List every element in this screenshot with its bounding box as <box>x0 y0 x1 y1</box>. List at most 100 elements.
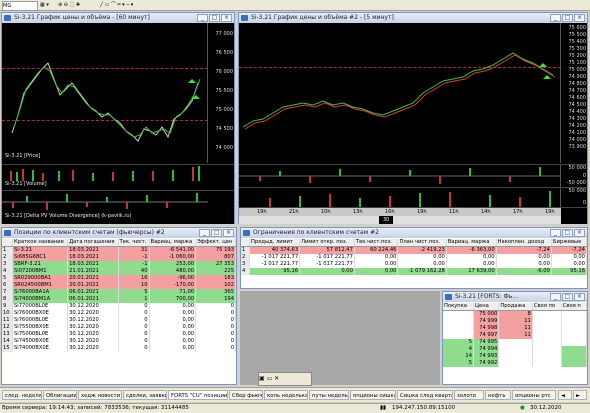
table-row[interactable]: 14 74 993 <box>443 353 588 360</box>
column-header[interactable]: Вариац. маржа <box>149 239 197 247</box>
table-row[interactable]: 74 998 11 <box>443 325 588 332</box>
table-row[interactable]: 5 74 992 <box>443 360 588 367</box>
table-row[interactable]: 4 Si07200BM1 21.01.2021 40 480,00 225 <box>2 268 236 275</box>
tab-gold[interactable]: золото <box>454 390 484 400</box>
column-header[interactable]: Своя по <box>532 303 562 311</box>
table-cell: 16 <box>118 275 150 282</box>
column-header[interactable]: Продажа <box>498 303 533 311</box>
tab-options-rts[interactable]: опционы ртс <box>512 390 556 400</box>
table-cell: 0,00 <box>446 261 497 268</box>
price-pane[interactable]: 77 000 76 500 76 000 75 500 75 000 74 50… <box>2 23 234 163</box>
table-row[interactable]: 2 Si685G6BC1 18.03.2021 -1 -1 060,00 807 <box>2 254 236 261</box>
table-row[interactable]: 14 Si74500BX0E 30.12.2020 0 0,00 0 <box>2 338 236 345</box>
table-cell <box>561 360 588 367</box>
table-row[interactable]: 10 Si76000BX0E 30.12.2020 0 0,00 0 <box>2 310 236 317</box>
tab-hedge-news[interactable]: хедж новости <box>78 390 122 400</box>
column-header[interactable]: Покупка <box>443 303 474 311</box>
tabs-scroll-right[interactable]: ► <box>573 390 587 400</box>
close-button[interactable]: × <box>574 293 585 301</box>
table-row[interactable]: 1 Si-3.21 18.03.2021 31 -6 541,00 75 193 <box>2 246 236 254</box>
table-row[interactable]: 1 40 374,63 57 812,47 60 224,46 -2 419,23 -6 … <box>241 246 588 254</box>
zoom-icon[interactable]: ⊕ ⊖ ⬚ ✚ <box>58 1 80 9</box>
tab-calls-week[interactable]: коль неделька <box>264 390 308 400</box>
chart-60min-titlebar[interactable]: Si-3.21 График цены и объёма - [60 минут… <box>2 13 234 23</box>
tab-puts-week[interactable]: путы неделька <box>309 390 349 400</box>
table-cell: 807 <box>195 254 236 261</box>
close-button[interactable]: × <box>574 229 585 237</box>
table-row[interactable]: 11 Si76000BL0E 30.12.2020 0 0,00 0 <box>2 317 236 324</box>
minimize-button[interactable]: _ <box>550 293 561 301</box>
minimize-button[interactable]: _ <box>197 14 208 22</box>
maximize-button[interactable]: □ <box>209 14 220 22</box>
maximize-button[interactable]: □ <box>562 293 573 301</box>
table-cell: 0,00 <box>299 268 355 275</box>
table-row[interactable]: 9 Si77000BL0E 30.12.2020 0 0,00 0 <box>2 303 236 310</box>
close-button[interactable]: × <box>574 14 585 22</box>
tab-options-si[interactable]: опционы сишка <box>350 390 396 400</box>
tabs-scroll-left[interactable]: ◄ <box>558 390 572 400</box>
tab-forts-cu-positions[interactable]: FORTS "CU" позиции <box>168 390 228 400</box>
table-row[interactable]: 2 -1 017 221,77 -1 017 221,77 0,00 0,00 0,00 0… <box>241 254 588 261</box>
column-header[interactable]: Эффект. цен <box>195 239 236 247</box>
horizontal-scrollbar[interactable]: 30 <box>239 216 561 224</box>
table-cell: 0,00 <box>397 254 447 261</box>
volume2-pane-5min: 50 000 0 <box>239 187 587 208</box>
minimize-button[interactable]: _ <box>550 14 561 22</box>
table-row[interactable]: 74 997 11 <box>443 332 588 339</box>
maximize-button[interactable]: □ <box>562 14 573 22</box>
chart-type-icon[interactable]: ▦ ▾ <box>40 1 49 9</box>
table-row[interactable]: 7 Si76000BA1A 06.01.2021 5 71,00 365 <box>2 289 236 296</box>
price-pane-5min[interactable]: 75 600 75 500 75 400 75 300 75 200 75 10… <box>239 23 587 163</box>
table-row[interactable]: 74 999 11 <box>443 318 588 325</box>
column-header[interactable]: План чист.поз. <box>397 239 447 247</box>
table-row[interactable]: 3 SBRF-3.21 18.03.2021 -1 253,00 27 353 <box>2 261 236 268</box>
table-row[interactable]: 5 74 995 <box>443 339 588 346</box>
column-header[interactable]: Краткое название <box>12 239 69 247</box>
table-cell: 0 <box>195 310 236 317</box>
orderbook-titlebar[interactable]: Si-3.21 [FORTS: Фь... _ □ × <box>443 292 587 302</box>
instrument-select[interactable]: MG <box>2 1 38 11</box>
column-header[interactable]: Лимит откр. поз. <box>299 239 355 247</box>
table-row[interactable]: 5 SR029000BA1 20.01.2021 16 -96,00 183 <box>2 275 236 282</box>
maximize-button[interactable]: □ <box>211 229 222 237</box>
positions-titlebar[interactable]: Позиции по клиентским счетам (фьючерсы) … <box>2 228 236 238</box>
table-row[interactable]: 75 000 8 <box>443 310 588 318</box>
chart-5min-titlebar[interactable]: Si-3.21 График цены и объёма #2 - [5 мин… <box>239 13 587 23</box>
tab-bonds[interactable]: Облигации <box>43 390 77 400</box>
maximize-button[interactable]: □ <box>562 229 573 237</box>
column-header[interactable]: Дата погашения <box>67 239 119 247</box>
table-row[interactable]: 13 Si75000BL0E 30.12.2020 0 0,00 0 <box>2 331 236 338</box>
column-header[interactable]: Накоплен. доход <box>496 239 552 247</box>
table-row[interactable]: 4 74 994 <box>443 346 588 353</box>
tab-sber-futures[interactable]: Сбер фьюч <box>229 390 263 400</box>
tab-oil[interactable]: нефть <box>485 390 511 400</box>
column-header[interactable]: Тек.чист.поз. <box>354 239 399 247</box>
minimize-button[interactable]: _ <box>550 229 561 237</box>
table-cell: Si76000BL0E <box>12 317 69 324</box>
tab-si-next-quarter[interactable]: Сишка след квартал <box>397 390 453 400</box>
minimize-button[interactable]: _ <box>199 229 210 237</box>
column-header[interactable]: Своя п <box>561 303 588 311</box>
column-header[interactable]: Предыд. лимит <box>249 239 301 247</box>
tab-trades-orders[interactable]: сделки, заявки <box>123 390 167 400</box>
tab-next-week[interactable]: след. неделя <box>2 390 42 400</box>
table-row[interactable]: 4 95,16 0,00 0,00 -1 079 162,28 17 639,00 -6,0… <box>241 268 588 275</box>
column-header[interactable]: Вариац. маржа <box>446 239 497 247</box>
draw-tools-icon[interactable]: ╱ ▭ ⌒ ═ ▾ ─ ▾ <box>100 1 133 9</box>
table-row[interactable]: 3 -1 017 221,77 -1 017 221,77 0,00 0,00 0,00 0… <box>241 261 588 268</box>
column-header[interactable]: Цена <box>473 303 500 311</box>
table-cell: 0,00 <box>149 310 197 317</box>
close-button[interactable]: × <box>221 14 232 22</box>
table-cell: 14 <box>443 353 474 360</box>
limits-titlebar[interactable]: Ограничения по клиентским счетам #2 _ □ × <box>241 228 587 238</box>
table-cell <box>532 353 562 360</box>
table-row[interactable]: 12 Si75500BX0E 30.12.2020 0 0,00 0 <box>2 324 236 331</box>
column-header[interactable]: Тек. чист. <box>118 239 150 247</box>
table-row[interactable]: 6 SR024500BM1 20.01.2021 10 -170,00 102 <box>2 282 236 289</box>
table-row[interactable]: 15 Si74000BX0E 30.12.2020 0 0,00 0 <box>2 345 236 352</box>
table-row[interactable]: 8 Si74000BM1A 06.01.2021 1 700,00 194 <box>2 296 236 303</box>
scroll-thumb-label[interactable]: 30 <box>379 216 394 224</box>
close-button[interactable]: × <box>223 229 234 237</box>
minimized-window-strip[interactable]: ▣ ▭ ✕ <box>258 372 312 386</box>
column-header[interactable]: Биржевые <box>551 239 588 247</box>
